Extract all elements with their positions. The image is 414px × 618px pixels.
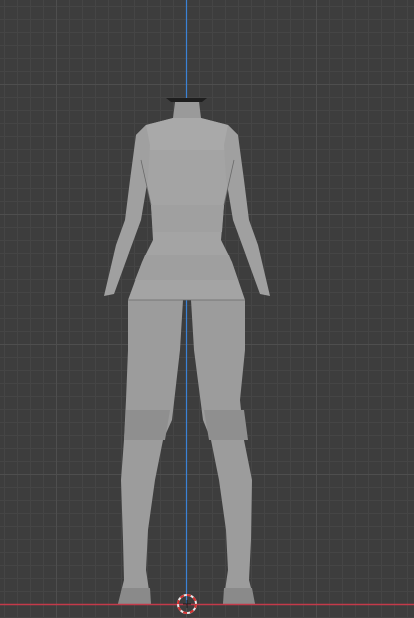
hip-band [135,255,238,280]
left-leg [118,300,183,604]
torso-shade [146,118,228,150]
right-foot-shade [223,588,255,604]
left-knee-shade [124,410,170,440]
left-foot-shade [118,588,151,604]
scene-canvas[interactable] [0,0,414,618]
neck [173,102,201,118]
right-leg [191,300,255,604]
neck-cap [166,98,207,102]
right-knee-shade [204,410,248,440]
waist-band [151,205,224,232]
3d-viewport[interactable] [0,0,414,618]
